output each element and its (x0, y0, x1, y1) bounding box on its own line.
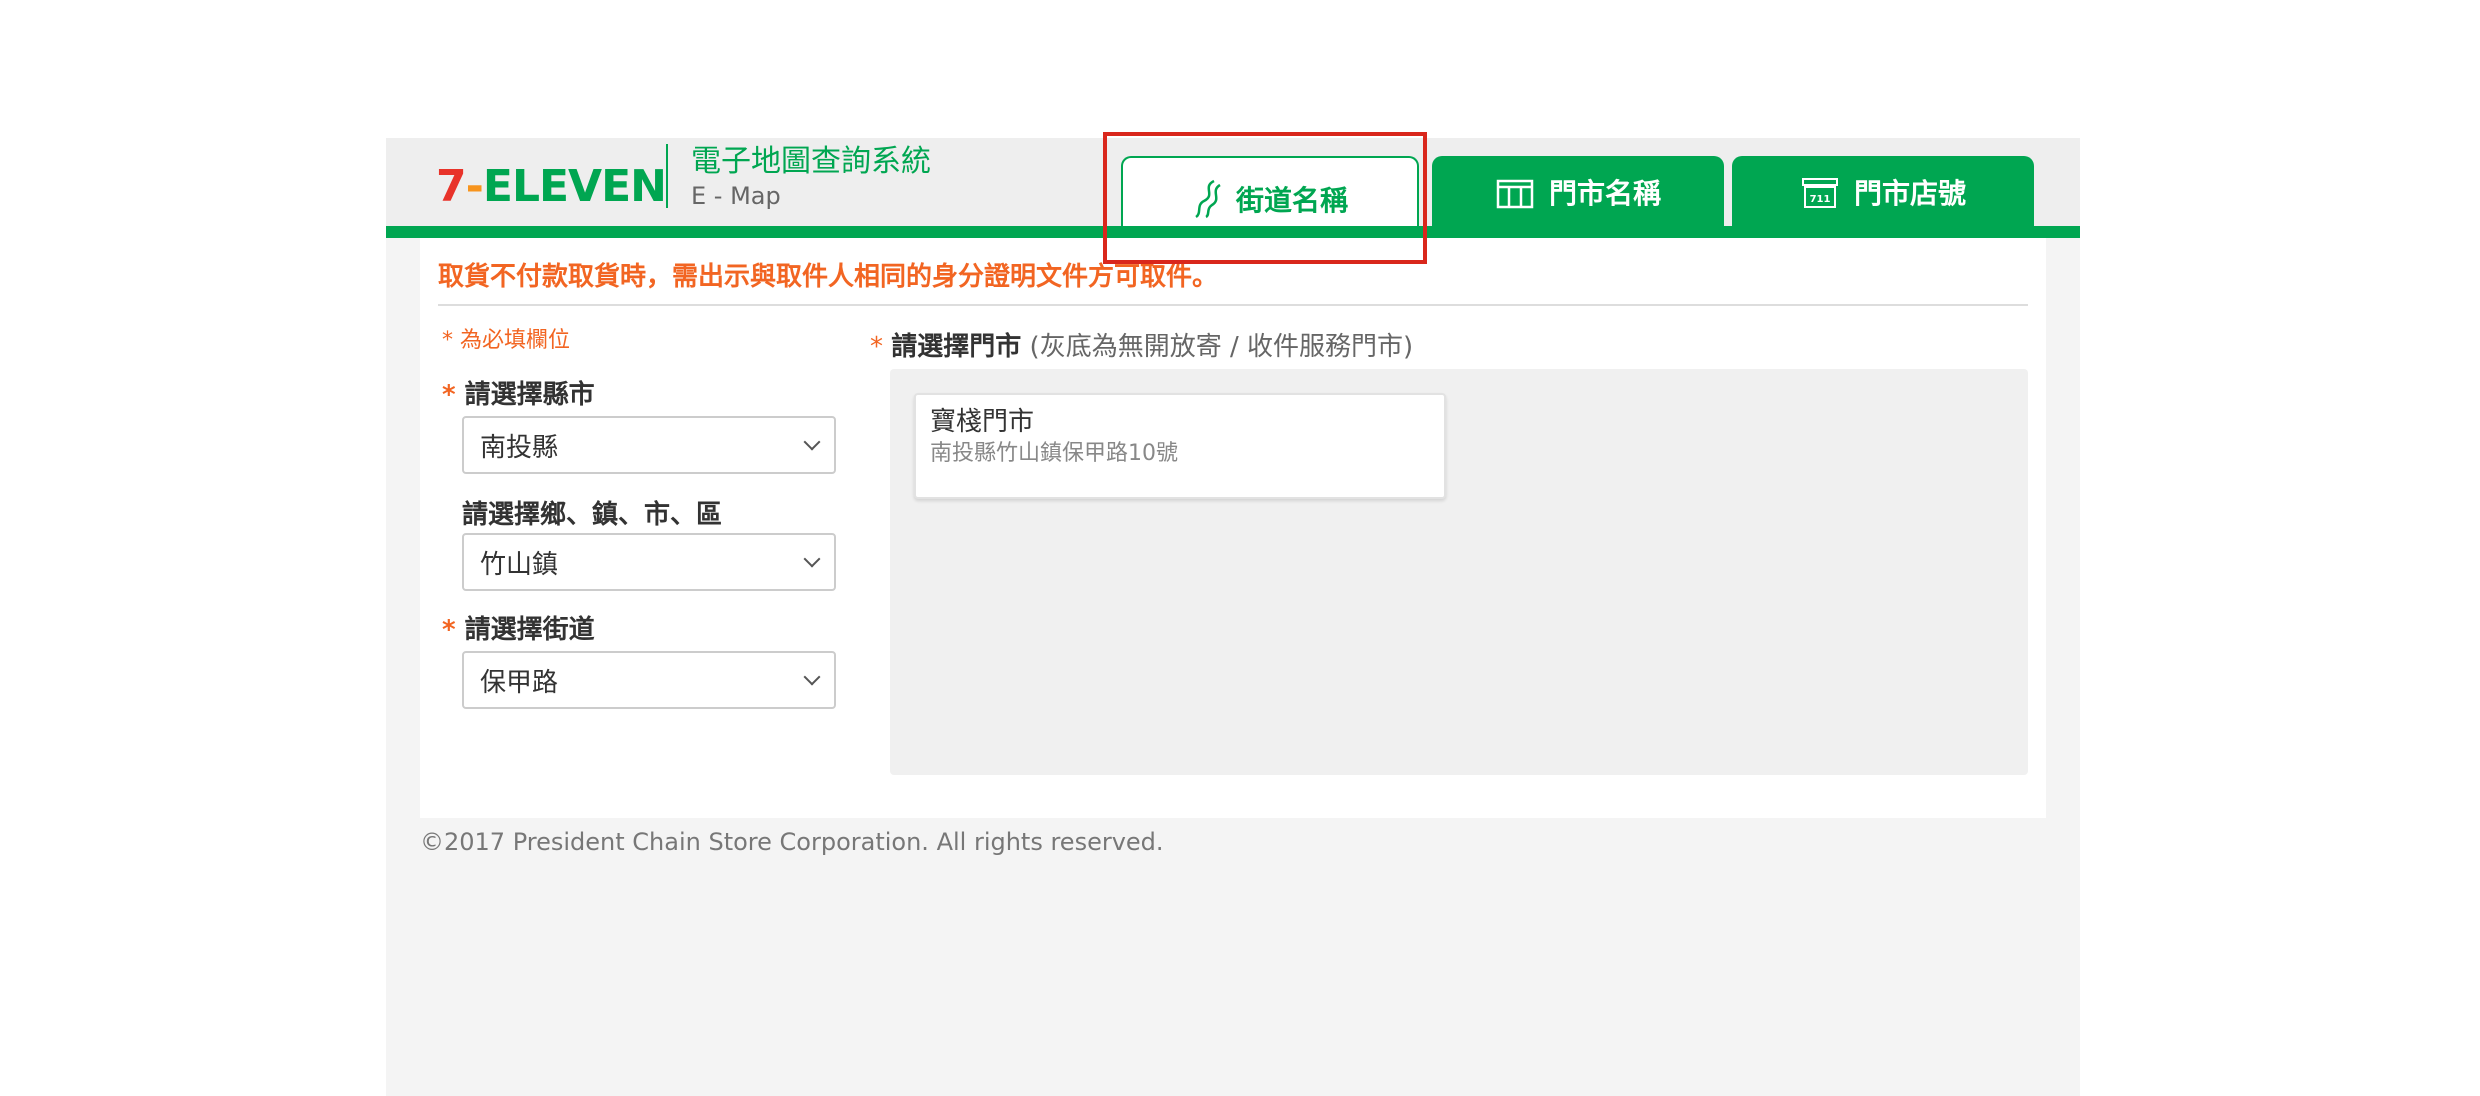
chevron-down-icon (803, 433, 821, 451)
store-name: 寶棧門市 (930, 407, 1035, 437)
chevron-down-icon (803, 550, 821, 568)
tab-store-number-label: 門市店號 (1853, 177, 1966, 210)
city-label-text: 請選擇縣市 (464, 380, 595, 410)
required-star: * (442, 615, 456, 645)
street-label: * 請選擇街道 (442, 609, 595, 646)
highlight-box (1103, 132, 1427, 264)
city-select[interactable]: 南投縣 (462, 416, 836, 474)
tab-store-number[interactable]: 711 門市店號 (1732, 156, 2034, 228)
svg-text:711: 711 (1810, 194, 1831, 205)
header-divider (666, 144, 668, 208)
system-subtitle: E - Map (691, 182, 781, 210)
copyright-footer: ©2017 President Chain Store Corporation.… (420, 828, 1164, 856)
storefront-icon (1495, 175, 1535, 209)
district-select-value: 竹山鎮 (480, 549, 559, 580)
district-select[interactable]: 竹山鎮 (462, 533, 836, 591)
store-label-hint: (灰底為無開放寄 / 收件服務門市) (1029, 332, 1414, 362)
search-content: 取貨不付款取貨時，需出示與取件人相同的身分證明文件方可取件。 * 為必填欄位 *… (420, 238, 2046, 818)
city-label: * 請選擇縣市 (442, 374, 595, 411)
city-select-value: 南投縣 (480, 432, 559, 463)
store-section-label: * 請選擇門市 (灰底為無開放寄 / 收件服務門市) (870, 326, 1413, 363)
required-star: * (442, 380, 456, 410)
store-list-panel: 寶棧門市 南投縣竹山鎮保甲路10號 (890, 369, 2028, 775)
street-select-value: 保甲路 (480, 667, 559, 698)
required-star: * (870, 332, 883, 362)
system-title-block: 電子地圖查詢系統 E - Map (691, 144, 931, 212)
street-select[interactable]: 保甲路 (462, 651, 836, 709)
chevron-down-icon (803, 668, 821, 686)
store-number-icon: 711 (1800, 175, 1840, 209)
pickup-notice: 取貨不付款取貨時，需出示與取件人相同的身分證明文件方可取件。 (438, 262, 1219, 292)
required-note: * 為必填欄位 (442, 328, 570, 353)
district-label: 請選擇鄉、鎮、市、區 (462, 500, 723, 530)
emap-app: 7- ELEVEN 電子地圖查詢系統 E - Map 街道名稱 門市名稱 711 … (386, 138, 2080, 1096)
system-title: 電子地圖查詢系統 (691, 144, 931, 179)
notice-divider (438, 304, 2028, 306)
store-label-text: 請選擇門市 (891, 332, 1022, 362)
store-card[interactable]: 寶棧門市 南投縣竹山鎮保甲路10號 (914, 393, 1446, 499)
seven-eleven-logo: 7- ELEVEN (436, 160, 667, 212)
tab-store-label: 門市名稱 (1548, 177, 1661, 210)
store-address: 南投縣竹山鎮保甲路10號 (930, 441, 1178, 466)
tab-store-name[interactable]: 門市名稱 (1432, 156, 1724, 228)
street-label-text: 請選擇街道 (464, 615, 595, 645)
